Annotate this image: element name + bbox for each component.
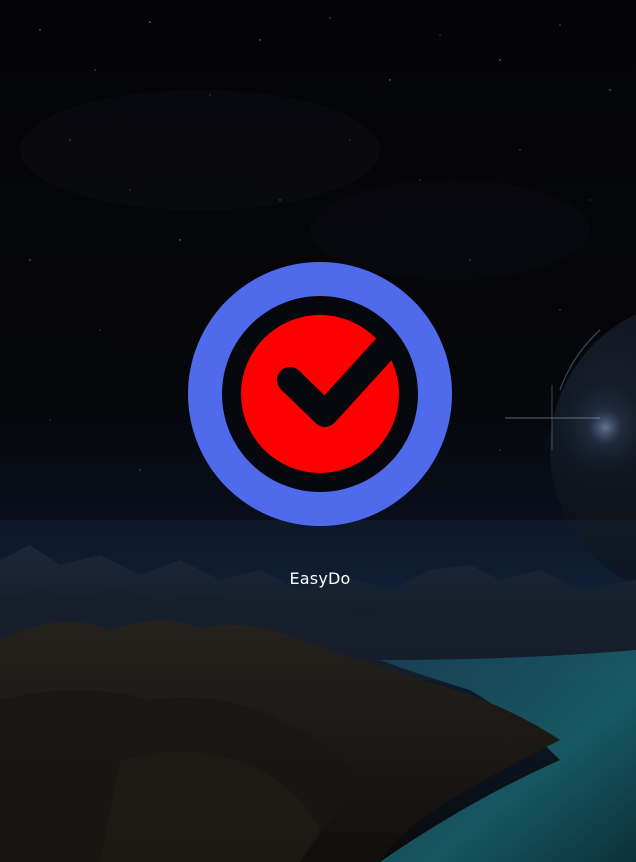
splash-screen: EasyDo (0, 0, 636, 862)
app-name: EasyDo (289, 569, 351, 588)
check-circle-icon (188, 262, 452, 526)
